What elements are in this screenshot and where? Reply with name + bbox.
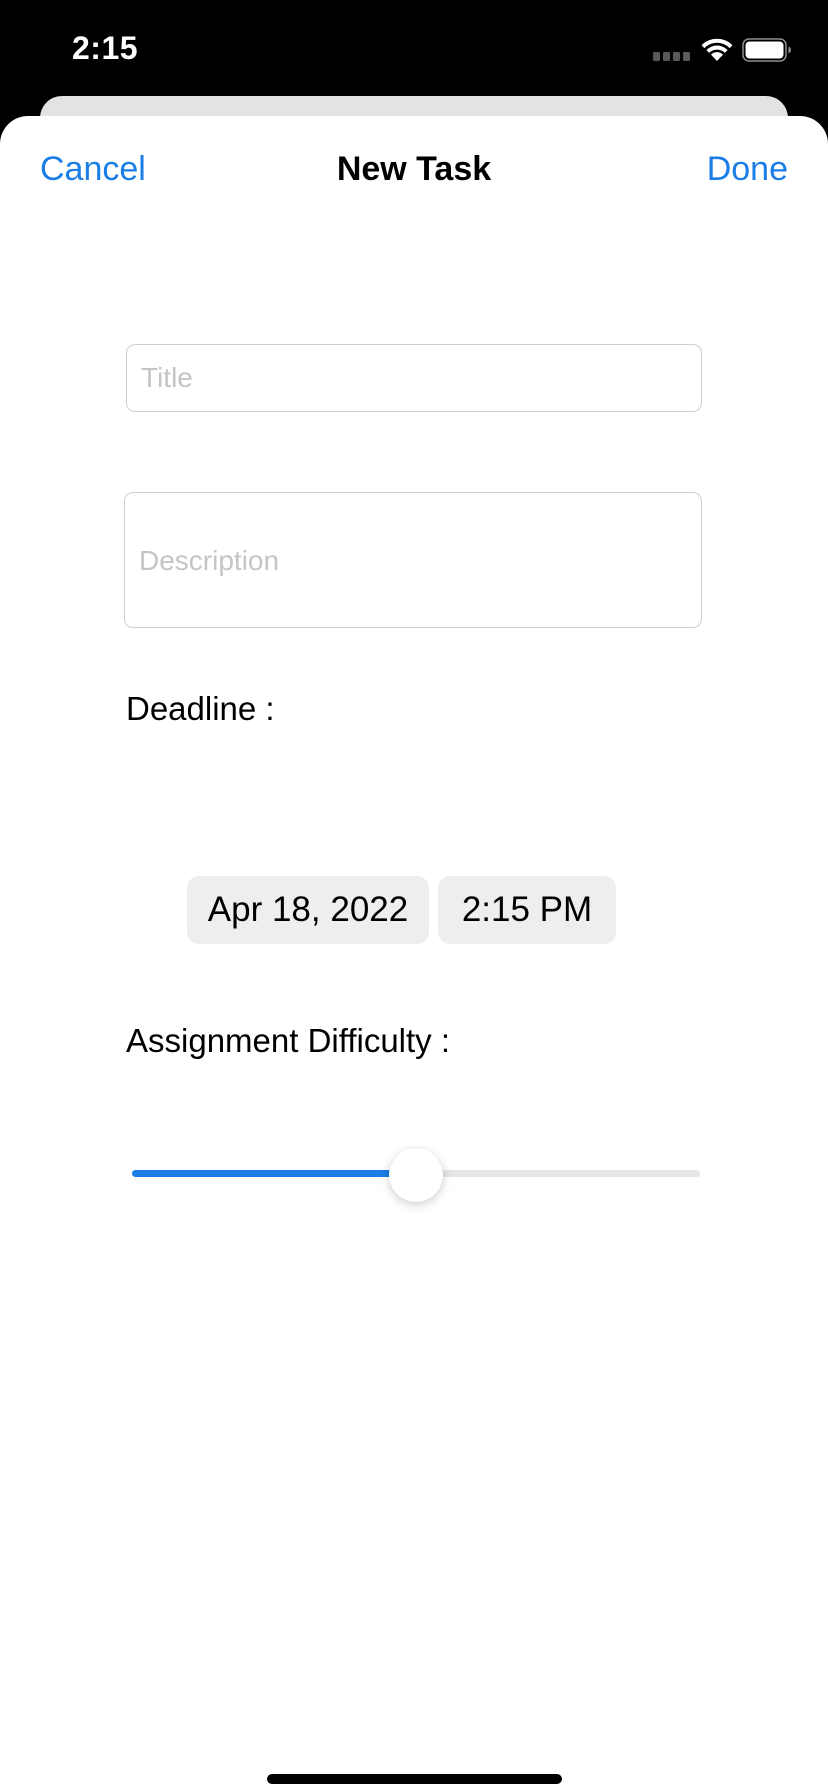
cancel-button[interactable]: Cancel (40, 150, 146, 189)
deadline-label: Deadline : (126, 690, 275, 727)
slider-fill (132, 1170, 416, 1177)
status-bar: 2:15 (0, 0, 828, 96)
deadline-date-picker[interactable]: Apr 18, 2022 (187, 876, 429, 944)
signal-icon (653, 52, 690, 61)
done-button[interactable]: Done (707, 150, 788, 189)
status-time: 2:15 (72, 30, 139, 66)
difficulty-label: Assignment Difficulty : (126, 1022, 451, 1059)
description-input[interactable] (124, 492, 702, 628)
slider-thumb[interactable] (389, 1148, 443, 1202)
home-indicator (267, 1774, 562, 1784)
wifi-icon (701, 38, 733, 61)
new-task-sheet: Cancel New Task Done Deadline : Apr 18, … (0, 116, 828, 1792)
difficulty-slider[interactable] (132, 1148, 700, 1202)
title-input[interactable] (126, 344, 702, 412)
battery-icon (742, 38, 791, 62)
deadline-time-picker[interactable]: 2:15 PM (438, 876, 616, 944)
